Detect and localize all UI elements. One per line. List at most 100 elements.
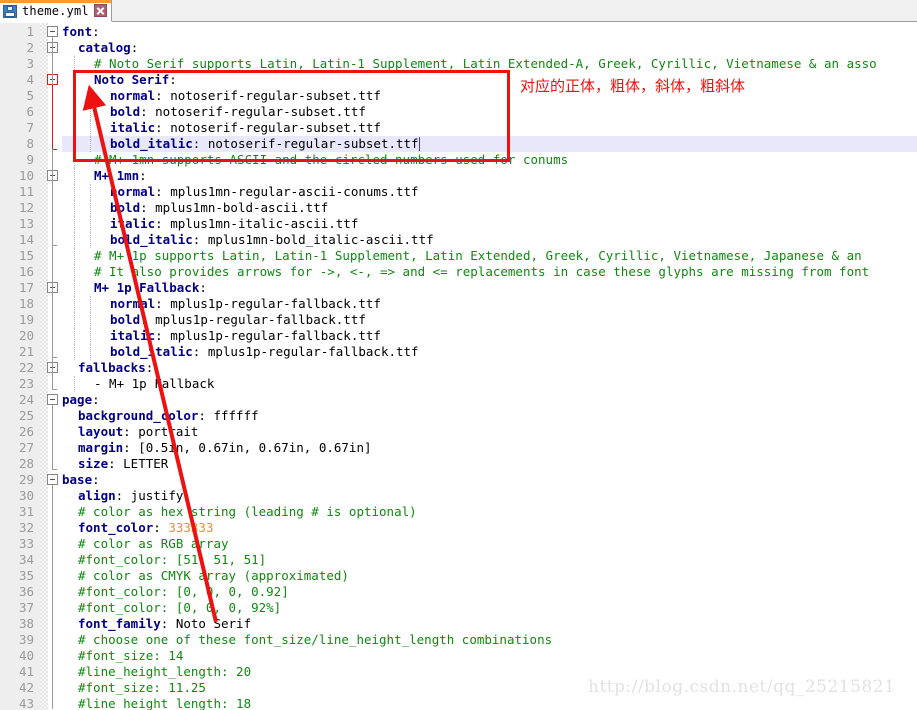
code-line[interactable]: 10 M+ 1mn: bbox=[0, 168, 917, 184]
line-number: 24 bbox=[18, 392, 34, 407]
code-editor[interactable]: 1 font: 2 catalog: 3 # Noto Serif supports La… bbox=[0, 23, 917, 710]
token-plain: : portrait bbox=[123, 424, 199, 439]
code-line[interactable]: 31 # color as hex string (leading # is op… bbox=[0, 504, 917, 520]
code-text: M+ 1p Fallback: bbox=[94, 280, 207, 296]
code-text: catalog: bbox=[78, 40, 138, 56]
code-line[interactable]: 25 background_color: ffffff bbox=[0, 408, 917, 424]
code-line[interactable]: 12 bold: mplus1mn-bold-ascii.ttf bbox=[0, 200, 917, 216]
token-plain: : bbox=[92, 392, 100, 407]
code-line[interactable]: 11 normal: mplus1mn-regular-ascii-conums.… bbox=[0, 184, 917, 200]
code-line[interactable]: 33 # color as RGB array bbox=[0, 536, 917, 552]
fold-connector-line bbox=[52, 373, 53, 389]
code-line[interactable]: 36 #font_color: [0, 0, 0, 0.92] bbox=[0, 584, 917, 600]
code-line[interactable]: 7 italic: notoserif-regular-subset.ttf bbox=[0, 120, 917, 136]
fold-connector-line bbox=[52, 405, 53, 469]
indent-guide bbox=[74, 216, 75, 232]
code-line[interactable]: 16 # It also provides arrows for ->, <-, … bbox=[0, 264, 917, 280]
code-line[interactable]: 3 # Noto Serif supports Latin, Latin-1 Su… bbox=[0, 56, 917, 72]
fold-end-marker bbox=[52, 469, 57, 470]
code-text: #line_height_length: 20 bbox=[78, 664, 251, 680]
code-line[interactable]: 4 Noto Serif: bbox=[0, 72, 917, 88]
line-number: 22 bbox=[18, 360, 34, 375]
indent-guide bbox=[74, 328, 75, 344]
code-text: # M+ 1mn supports ASCII and the circled … bbox=[94, 152, 568, 168]
code-line[interactable]: 26 layout: portrait bbox=[0, 424, 917, 440]
indent-guide bbox=[74, 312, 75, 328]
code-line[interactable]: 43 #line_height_length: 18 bbox=[0, 696, 917, 710]
token-plain: : notoserif-regular-subset.ttf bbox=[155, 120, 381, 135]
code-line[interactable]: 21 bold_italic: mplus1p-regular-fallback.… bbox=[0, 344, 917, 360]
token-key: normal bbox=[110, 184, 156, 199]
code-text: - M+ 1p Fallback bbox=[94, 376, 214, 392]
code-line[interactable]: 23 - M+ 1p Fallback bbox=[0, 376, 917, 392]
token-comment: # choose one of these font_size/line_hei… bbox=[78, 632, 553, 647]
token-key: normal bbox=[110, 296, 156, 311]
token-key: font_family bbox=[78, 616, 161, 631]
token-plain: : bbox=[153, 520, 169, 535]
code-text: # M+ 1p supports Latin, Latin-1 Suppleme… bbox=[94, 248, 869, 264]
line-number: 17 bbox=[18, 280, 34, 295]
token-plain: - M+ 1p Fallback bbox=[94, 376, 215, 391]
code-text: normal: notoserif-regular-subset.ttf bbox=[110, 88, 381, 104]
token-comment: # color as hex string (leading # is opti… bbox=[78, 504, 417, 519]
indent-guide bbox=[74, 344, 75, 360]
line-number: 43 bbox=[18, 696, 34, 710]
token-key: italic bbox=[110, 328, 156, 343]
token-comment: #font_size: 11.25 bbox=[78, 680, 206, 695]
code-text: #font_size: 11.25 bbox=[78, 680, 206, 696]
line-number: 13 bbox=[18, 216, 34, 231]
fold-connector-line bbox=[52, 181, 53, 245]
tab-theme-yml[interactable]: theme.yml bbox=[0, 0, 112, 22]
line-number: 32 bbox=[18, 520, 34, 535]
code-line[interactable]: 28 size: LETTER bbox=[0, 456, 917, 472]
code-line[interactable]: 30 align: justify bbox=[0, 488, 917, 504]
code-line[interactable]: 24 page: bbox=[0, 392, 917, 408]
fold-toggle-icon[interactable] bbox=[47, 26, 58, 37]
code-line[interactable]: 32 font_color: 333333 bbox=[0, 520, 917, 536]
code-line[interactable]: 14 bold_italic: mplus1mn-bold_italic-asci… bbox=[0, 232, 917, 248]
code-line[interactable]: 39 # choose one of these font_size/line_h… bbox=[0, 632, 917, 648]
code-line[interactable]: 6 bold: notoserif-regular-subset.ttf bbox=[0, 104, 917, 120]
code-text: page: bbox=[62, 392, 100, 408]
code-line[interactable]: 40 #font_size: 14 bbox=[0, 648, 917, 664]
token-key: background_color bbox=[78, 408, 199, 423]
code-line[interactable]: 37 #font_color: [0, 0, 0, 92%] bbox=[0, 600, 917, 616]
code-line[interactable]: 5 normal: notoserif-regular-subset.ttf bbox=[0, 88, 917, 104]
code-line[interactable]: 22 fallbacks: bbox=[0, 360, 917, 376]
fold-toggle-icon[interactable] bbox=[47, 474, 58, 485]
indent-guide bbox=[90, 296, 91, 312]
code-line[interactable]: 15 # M+ 1p supports Latin, Latin-1 Supple… bbox=[0, 248, 917, 264]
code-line[interactable]: 13 italic: mplus1mn-italic-ascii.ttf bbox=[0, 216, 917, 232]
close-x-icon[interactable] bbox=[93, 4, 107, 17]
code-line[interactable]: 17 M+ 1p Fallback: bbox=[0, 280, 917, 296]
code-line[interactable]: 19 bold: mplus1p-regular-fallback.ttf bbox=[0, 312, 917, 328]
code-line[interactable]: 2 catalog: bbox=[0, 40, 917, 56]
token-key: fallbacks bbox=[78, 360, 146, 375]
indent-guide bbox=[74, 72, 75, 88]
token-key: page bbox=[62, 392, 93, 407]
code-line[interactable]: 9 # M+ 1mn supports ASCII and the circled… bbox=[0, 152, 917, 168]
token-plain: : mplus1mn-bold-ascii.ttf bbox=[140, 200, 329, 215]
line-number: 11 bbox=[18, 184, 34, 199]
code-text: normal: mplus1p-regular-fallback.ttf bbox=[110, 296, 381, 312]
code-line[interactable]: 20 italic: mplus1p-regular-fallback.ttf bbox=[0, 328, 917, 344]
token-key: italic bbox=[110, 120, 156, 135]
code-line[interactable]: 34 #font_color: [51, 51, 51] bbox=[0, 552, 917, 568]
code-line[interactable]: 38 font_family: Noto Serif bbox=[0, 616, 917, 632]
fold-toggle-icon[interactable] bbox=[47, 394, 58, 405]
code-text: # choose one of these font_size/line_hei… bbox=[78, 632, 552, 648]
line-number: 1 bbox=[26, 24, 34, 39]
code-line[interactable]: 18 normal: mplus1p-regular-fallback.ttf bbox=[0, 296, 917, 312]
code-line[interactable]: 27 margin: [0.5in, 0.67in, 0.67in, 0.67in… bbox=[0, 440, 917, 456]
code-line[interactable]: 8 bold_italic: notoserif-regular-subset.t… bbox=[0, 136, 917, 152]
code-line[interactable]: 35 # color as CMYK array (approximated) bbox=[0, 568, 917, 584]
code-line[interactable]: 1 font: bbox=[0, 24, 917, 40]
token-plain: : bbox=[130, 40, 139, 55]
line-number: 7 bbox=[26, 120, 34, 135]
token-comment: #font_size: 14 bbox=[78, 648, 184, 663]
token-plain: : ffffff bbox=[198, 408, 259, 423]
code-text: layout: portrait bbox=[78, 424, 198, 440]
code-line[interactable]: 29 base: bbox=[0, 472, 917, 488]
indent-guide bbox=[90, 184, 91, 200]
token-key: font_color bbox=[78, 520, 154, 535]
